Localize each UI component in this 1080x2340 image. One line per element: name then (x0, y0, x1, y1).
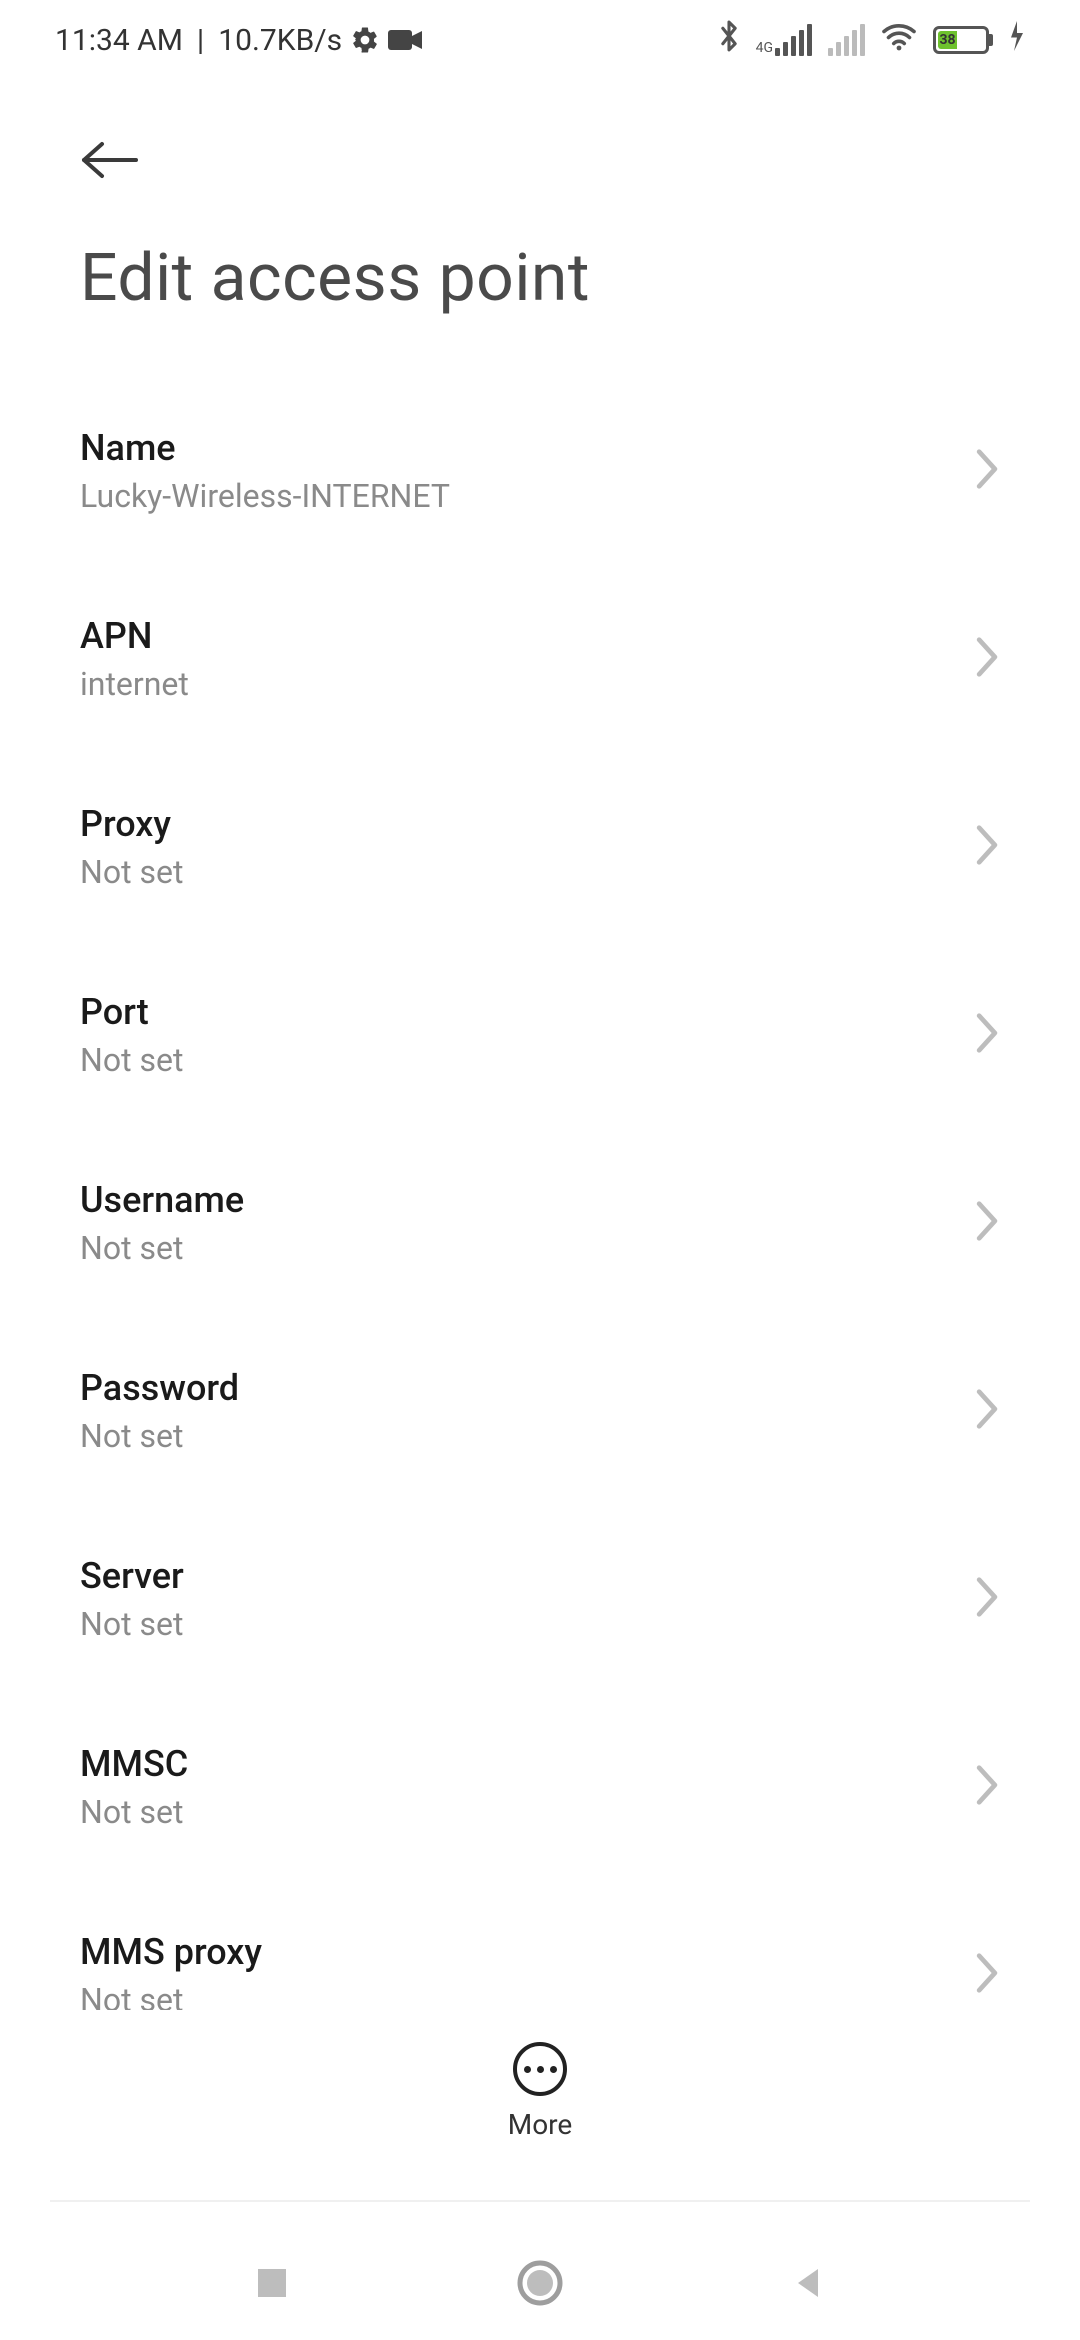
row-text: Password Not set (80, 1367, 239, 1455)
status-left: 11:34 AM | 10.7KB/s (55, 23, 422, 58)
row-value: Not set (80, 1417, 239, 1455)
row-label: APN (80, 615, 189, 657)
row-text: Username Not set (80, 1179, 244, 1267)
row-label: Server (80, 1555, 184, 1597)
chevron-right-icon (974, 823, 1000, 871)
bottom-divider (50, 2200, 1030, 2202)
row-text: APN internet (80, 615, 189, 703)
nav-home-button[interactable] (515, 2258, 565, 2312)
chevron-right-icon (974, 1575, 1000, 1623)
row-label: Name (80, 427, 450, 469)
row-apn[interactable]: APN internet (80, 565, 1000, 753)
row-label: Username (80, 1179, 244, 1221)
charging-icon (1009, 21, 1025, 59)
row-text: Port Not set (80, 991, 183, 1079)
row-username[interactable]: Username Not set (80, 1129, 1000, 1317)
signal-sim1: 4G (756, 24, 812, 56)
status-bar: 11:34 AM | 10.7KB/s 4G 38 (0, 0, 1080, 80)
row-value: Not set (80, 1041, 183, 1079)
chevron-right-icon (974, 1763, 1000, 1811)
status-time: 11:34 AM (55, 23, 183, 58)
more-icon (513, 2042, 567, 2096)
system-nav-bar (0, 2230, 1080, 2340)
nav-recent-button[interactable] (252, 2263, 292, 2307)
row-text: MMSC Not set (80, 1743, 188, 1831)
page-title: Edit access point (40, 200, 1040, 377)
chevron-right-icon (974, 1199, 1000, 1247)
chevron-right-icon (974, 635, 1000, 683)
row-label: Password (80, 1367, 239, 1409)
signal-4g-label: 4G (756, 40, 773, 56)
row-value: Not set (80, 1229, 244, 1267)
status-right: 4G 38 (718, 19, 1025, 61)
row-text: Server Not set (80, 1555, 184, 1643)
row-text: Proxy Not set (80, 803, 183, 891)
row-label: MMSC (80, 1743, 188, 1785)
row-server[interactable]: Server Not set (80, 1505, 1000, 1693)
arrow-left-icon (80, 140, 140, 180)
back-button[interactable] (40, 120, 180, 200)
row-value: Not set (80, 1605, 184, 1643)
row-value: Lucky-Wireless-INTERNET (80, 477, 450, 515)
bluetooth-icon (718, 19, 740, 61)
settings-list: Name Lucky-Wireless-INTERNET APN interne… (0, 377, 1080, 2069)
row-name[interactable]: Name Lucky-Wireless-INTERNET (80, 377, 1000, 565)
row-label: Proxy (80, 803, 183, 845)
row-text: Name Lucky-Wireless-INTERNET (80, 427, 450, 515)
chevron-right-icon (974, 447, 1000, 495)
signal-bars-disabled-icon (828, 24, 865, 56)
gear-icon (350, 25, 380, 55)
nav-back-button[interactable] (788, 2263, 828, 2307)
signal-bars-icon (775, 24, 812, 56)
status-separator: | (197, 23, 204, 58)
battery-percent: 38 (939, 32, 955, 48)
row-text: MMS proxy Not set (80, 1931, 262, 2019)
row-proxy[interactable]: Proxy Not set (80, 753, 1000, 941)
row-password[interactable]: Password Not set (80, 1317, 1000, 1505)
row-value: Not set (80, 853, 183, 891)
battery-icon: 38 (933, 26, 993, 54)
chevron-right-icon (974, 1011, 1000, 1059)
row-value: Not set (80, 1793, 188, 1831)
chevron-right-icon (974, 1387, 1000, 1435)
more-menu[interactable]: More (0, 2042, 1080, 2141)
row-label: Port (80, 991, 183, 1033)
status-net-speed: 10.7KB/s (218, 23, 342, 58)
signal-sim2 (828, 24, 865, 56)
wifi-icon (881, 21, 917, 59)
app-bar: Edit access point (0, 80, 1080, 377)
row-mmsc[interactable]: MMSC Not set (80, 1693, 1000, 1881)
row-label: MMS proxy (80, 1931, 262, 1973)
row-value: internet (80, 665, 189, 703)
more-label: More (508, 2108, 573, 2141)
chevron-right-icon (974, 1951, 1000, 1999)
row-port[interactable]: Port Not set (80, 941, 1000, 1129)
camera-icon (388, 28, 422, 52)
